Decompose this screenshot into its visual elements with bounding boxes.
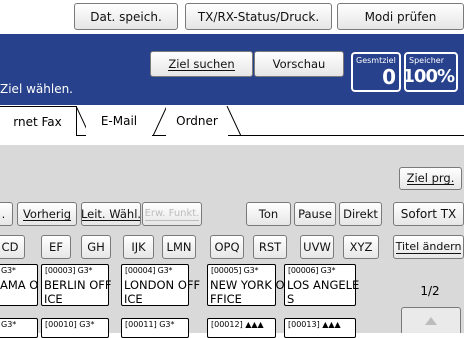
- ziel-suchen-button[interactable]: Ziel suchen: [150, 51, 253, 77]
- destination-key[interactable]: [00004] G3* LONDON OFF ICE: [121, 264, 200, 306]
- destination-code: G3*: [1, 320, 17, 329]
- vorherig-button[interactable]: Vorherig: [17, 202, 77, 226]
- destination-key[interactable]: [00013] ▲▲▲: [284, 318, 356, 338]
- destination-code: [00013] ▲▲▲: [288, 320, 341, 329]
- destination-code: [00006] G3*: [288, 266, 336, 275]
- destination-key[interactable]: [00005] G3* NEW YORK O FFICE: [207, 264, 285, 306]
- index-key-gh[interactable]: GH: [81, 235, 111, 259]
- tab-email[interactable]: E-Mail: [86, 106, 152, 136]
- destination-name-cont: ICE: [124, 292, 143, 306]
- destination-code: [00003] G3*: [45, 266, 93, 275]
- tab-ordner[interactable]: Ordner: [166, 106, 228, 136]
- page-indicator: 1/2: [420, 284, 440, 298]
- destination-code: [00004] G3*: [125, 266, 173, 275]
- tx-rx-status-button[interactable]: TX/RX-Status/Druck.: [185, 3, 332, 30]
- destination-code: [00011] G3*: [125, 320, 175, 329]
- destination-code: [00005] G3*: [211, 266, 259, 275]
- destination-name: NEW YORK O: [210, 278, 285, 292]
- scroll-up-icon: [425, 314, 437, 328]
- erw-funkt-button: Erw. Funkt.: [142, 202, 202, 226]
- destination-name-cont: S: [287, 292, 295, 306]
- speicher-value: 100%: [402, 66, 455, 87]
- destination-key[interactable]: [00012] ▲▲▲: [207, 318, 276, 338]
- gesmtziel-value: 0: [382, 65, 396, 89]
- index-key-rst[interactable]: RST: [253, 235, 287, 259]
- index-key-ef[interactable]: EF: [41, 235, 71, 259]
- destination-name: LONDON OFF: [124, 278, 201, 292]
- dat-speich-button[interactable]: Dat. speich.: [74, 3, 178, 30]
- destination-key[interactable]: [00006] G3* LOS ANGELE S: [284, 264, 360, 306]
- index-key-lmn[interactable]: LMN: [162, 235, 196, 259]
- destination-key[interactable]: [00010] G3*: [41, 318, 109, 338]
- index-key-opq[interactable]: OPQ: [210, 235, 244, 259]
- destination-key[interactable]: [00011] G3*: [121, 318, 189, 338]
- index-key-uvw[interactable]: UVW: [300, 235, 334, 259]
- ton-button[interactable]: Ton: [246, 202, 291, 226]
- tab-slant: [226, 105, 242, 137]
- destination-key[interactable]: G3* AMA O: [0, 264, 38, 306]
- destination-name: AMA O: [0, 278, 39, 292]
- destination-key[interactable]: G3*: [0, 318, 38, 338]
- ziel-prg-button[interactable]: Ziel prg.: [399, 167, 462, 190]
- destination-key[interactable]: [00003] G3* BERLIN OFF ICE: [41, 264, 112, 306]
- titel-aendern-button[interactable]: Titel ändern: [393, 235, 464, 259]
- speicher-label: Speicher: [409, 56, 444, 65]
- destination-code: [00010] G3*: [45, 320, 95, 329]
- destination-code: G3*: [1, 266, 16, 275]
- destination-name-cont: FFICE: [210, 292, 242, 306]
- destination-code: [00012] ▲▲▲: [211, 320, 264, 329]
- gesmtziel-label: Gesmtziel: [356, 56, 396, 65]
- scroll-up-button[interactable]: [401, 307, 461, 333]
- pause-button[interactable]: Pause: [294, 202, 336, 226]
- vorschau-button[interactable]: Vorschau: [254, 51, 344, 77]
- destination-name-cont: ICE: [44, 292, 63, 306]
- index-key-ijk[interactable]: IJK: [123, 235, 154, 259]
- direkt-button[interactable]: Direkt: [339, 202, 382, 226]
- modi-pruefen-button[interactable]: Modi prüfen: [337, 3, 464, 30]
- instruction-text: Ziel wählen.: [0, 82, 73, 96]
- partial-left-button[interactable]: .: [0, 202, 13, 226]
- speicher-counter: Speicher 100%: [402, 52, 458, 92]
- gesmtziel-counter: Gesmtziel 0: [351, 52, 401, 92]
- index-key-xyz[interactable]: XYZ: [343, 235, 379, 259]
- tab-internet-fax[interactable]: rnet Fax: [0, 106, 77, 136]
- index-key-cd[interactable]: CD: [0, 235, 25, 259]
- destination-name: LOS ANGELE: [287, 278, 360, 292]
- destination-name: BERLIN OFF: [44, 278, 112, 292]
- sofort-tx-button[interactable]: Sofort TX: [393, 202, 464, 226]
- leit-wahl-button[interactable]: Leit. Wähl.: [81, 202, 141, 226]
